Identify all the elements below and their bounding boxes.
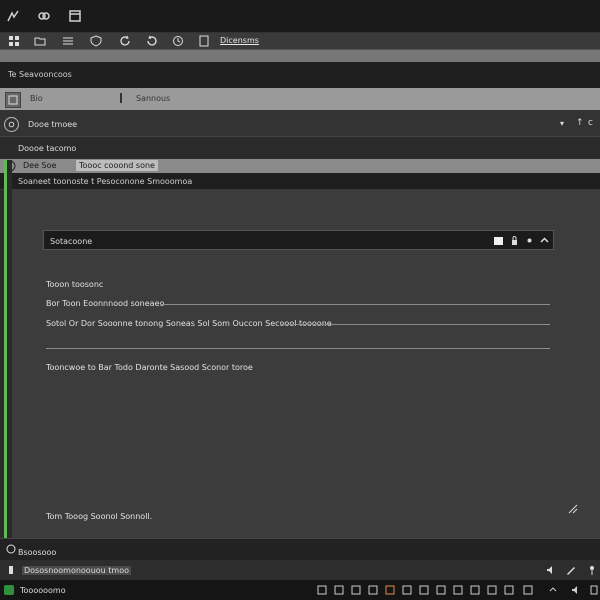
search-input[interactable] xyxy=(48,233,452,249)
pen-icon[interactable] xyxy=(565,564,577,576)
link-icon[interactable] xyxy=(37,9,51,23)
app-icon[interactable] xyxy=(401,584,413,596)
square-icon[interactable] xyxy=(5,92,21,108)
separator xyxy=(0,50,600,62)
grid-icon[interactable] xyxy=(8,35,20,47)
left-accent-rail xyxy=(4,160,12,558)
chevron-up-icon[interactable] xyxy=(547,584,559,596)
app-icon-active[interactable] xyxy=(384,584,396,596)
dropdown-up[interactable]: ↑ xyxy=(576,118,584,128)
path-text[interactable]: Te Seavooncoos xyxy=(8,70,72,79)
history-icon[interactable] xyxy=(172,35,184,47)
settings-icon[interactable] xyxy=(4,117,19,132)
signal-icon[interactable] xyxy=(6,9,20,23)
lock-icon[interactable] xyxy=(509,235,520,246)
divider-2 xyxy=(280,324,550,325)
app-icon[interactable] xyxy=(503,584,515,596)
chevron-down-icon[interactable]: ▾ xyxy=(560,119,564,128)
start-button[interactable] xyxy=(4,585,14,595)
sound-icon[interactable] xyxy=(545,564,557,576)
list-icon[interactable] xyxy=(62,35,74,47)
search-box[interactable] xyxy=(43,230,554,250)
refresh-icon[interactable] xyxy=(119,35,131,47)
dropdown-extra[interactable]: c xyxy=(588,118,593,128)
pin-icon[interactable] xyxy=(586,564,598,576)
address-left-text: Bio xyxy=(30,94,43,103)
address-bar[interactable]: Bio Sannous xyxy=(0,88,600,110)
app-icon[interactable] xyxy=(452,584,464,596)
section-label: Doooe tacomo xyxy=(18,144,77,153)
bottom-panel-text: Bsoosooo xyxy=(18,548,57,557)
section-header: Doooe tacomo xyxy=(0,137,600,159)
tab-1[interactable]: Dee Soe xyxy=(20,160,59,171)
clipboard-icon[interactable] xyxy=(493,235,504,246)
tab-2[interactable]: Toooc cooond sone xyxy=(76,160,158,171)
window-icon[interactable] xyxy=(68,9,82,23)
tab-strip: Dee Soe Toooc cooond sone xyxy=(0,159,600,173)
divider-1 xyxy=(160,304,550,305)
content-line-3: Tooncwoe to Bar Todo Daronte Sasood Scon… xyxy=(46,363,253,372)
path-bar: Te Seavooncoos xyxy=(0,62,600,88)
app-icon[interactable] xyxy=(418,584,430,596)
info-text: Soaneet toonoste t Pesoconone Smooomoa xyxy=(18,177,193,186)
brightness-icon[interactable] xyxy=(524,235,535,246)
content-heading: Tooon toosonc xyxy=(46,280,104,289)
page-icon[interactable] xyxy=(198,35,210,47)
clock-icon[interactable] xyxy=(588,584,600,596)
info-bar: Soaneet toonoste t Pesoconone Smooomoa xyxy=(0,173,600,190)
taskbar: Toooooomo xyxy=(0,580,600,600)
dot-icon xyxy=(6,565,16,575)
shield-icon[interactable] xyxy=(90,35,102,47)
content-footer: Tom Tooog Soonol Sonnoll. xyxy=(46,512,153,521)
text-cursor xyxy=(120,93,122,103)
address-right-text[interactable]: Sannous xyxy=(136,94,170,103)
app-icon[interactable] xyxy=(367,584,379,596)
divider-3 xyxy=(46,348,550,349)
app-icon[interactable] xyxy=(350,584,362,596)
app-icon[interactable] xyxy=(522,584,534,596)
app-icon[interactable] xyxy=(316,584,328,596)
app-icon[interactable] xyxy=(333,584,345,596)
toolbar: Dicensms xyxy=(0,33,600,50)
taskbar-label[interactable]: Toooooomo xyxy=(20,586,66,595)
chevron-up-icon[interactable] xyxy=(539,235,550,246)
bottom-panel: Bsoosooo xyxy=(0,538,600,560)
status-row: Dososnoomonoouou tmoo xyxy=(0,560,600,580)
dropdown-label[interactable]: Dooe tmoee xyxy=(28,120,77,129)
content-line-1: Bor Toon Eoonnnood soneaeo xyxy=(46,299,165,308)
sound-icon[interactable] xyxy=(570,584,582,596)
app-icon[interactable] xyxy=(469,584,481,596)
status-text[interactable]: Dososnoomonoouou tmoo xyxy=(22,566,131,575)
rotate-icon[interactable] xyxy=(146,35,158,47)
dropdown-row[interactable]: Dooe tmoee ▾ ↑ c xyxy=(0,110,600,137)
app-icon[interactable] xyxy=(435,584,447,596)
status-icon[interactable] xyxy=(5,543,17,555)
title-bar xyxy=(0,0,600,33)
folder-icon[interactable] xyxy=(34,35,46,47)
app-icon[interactable] xyxy=(486,584,498,596)
resize-icon[interactable] xyxy=(566,502,580,516)
toolbar-link[interactable]: Dicensms xyxy=(220,36,259,45)
